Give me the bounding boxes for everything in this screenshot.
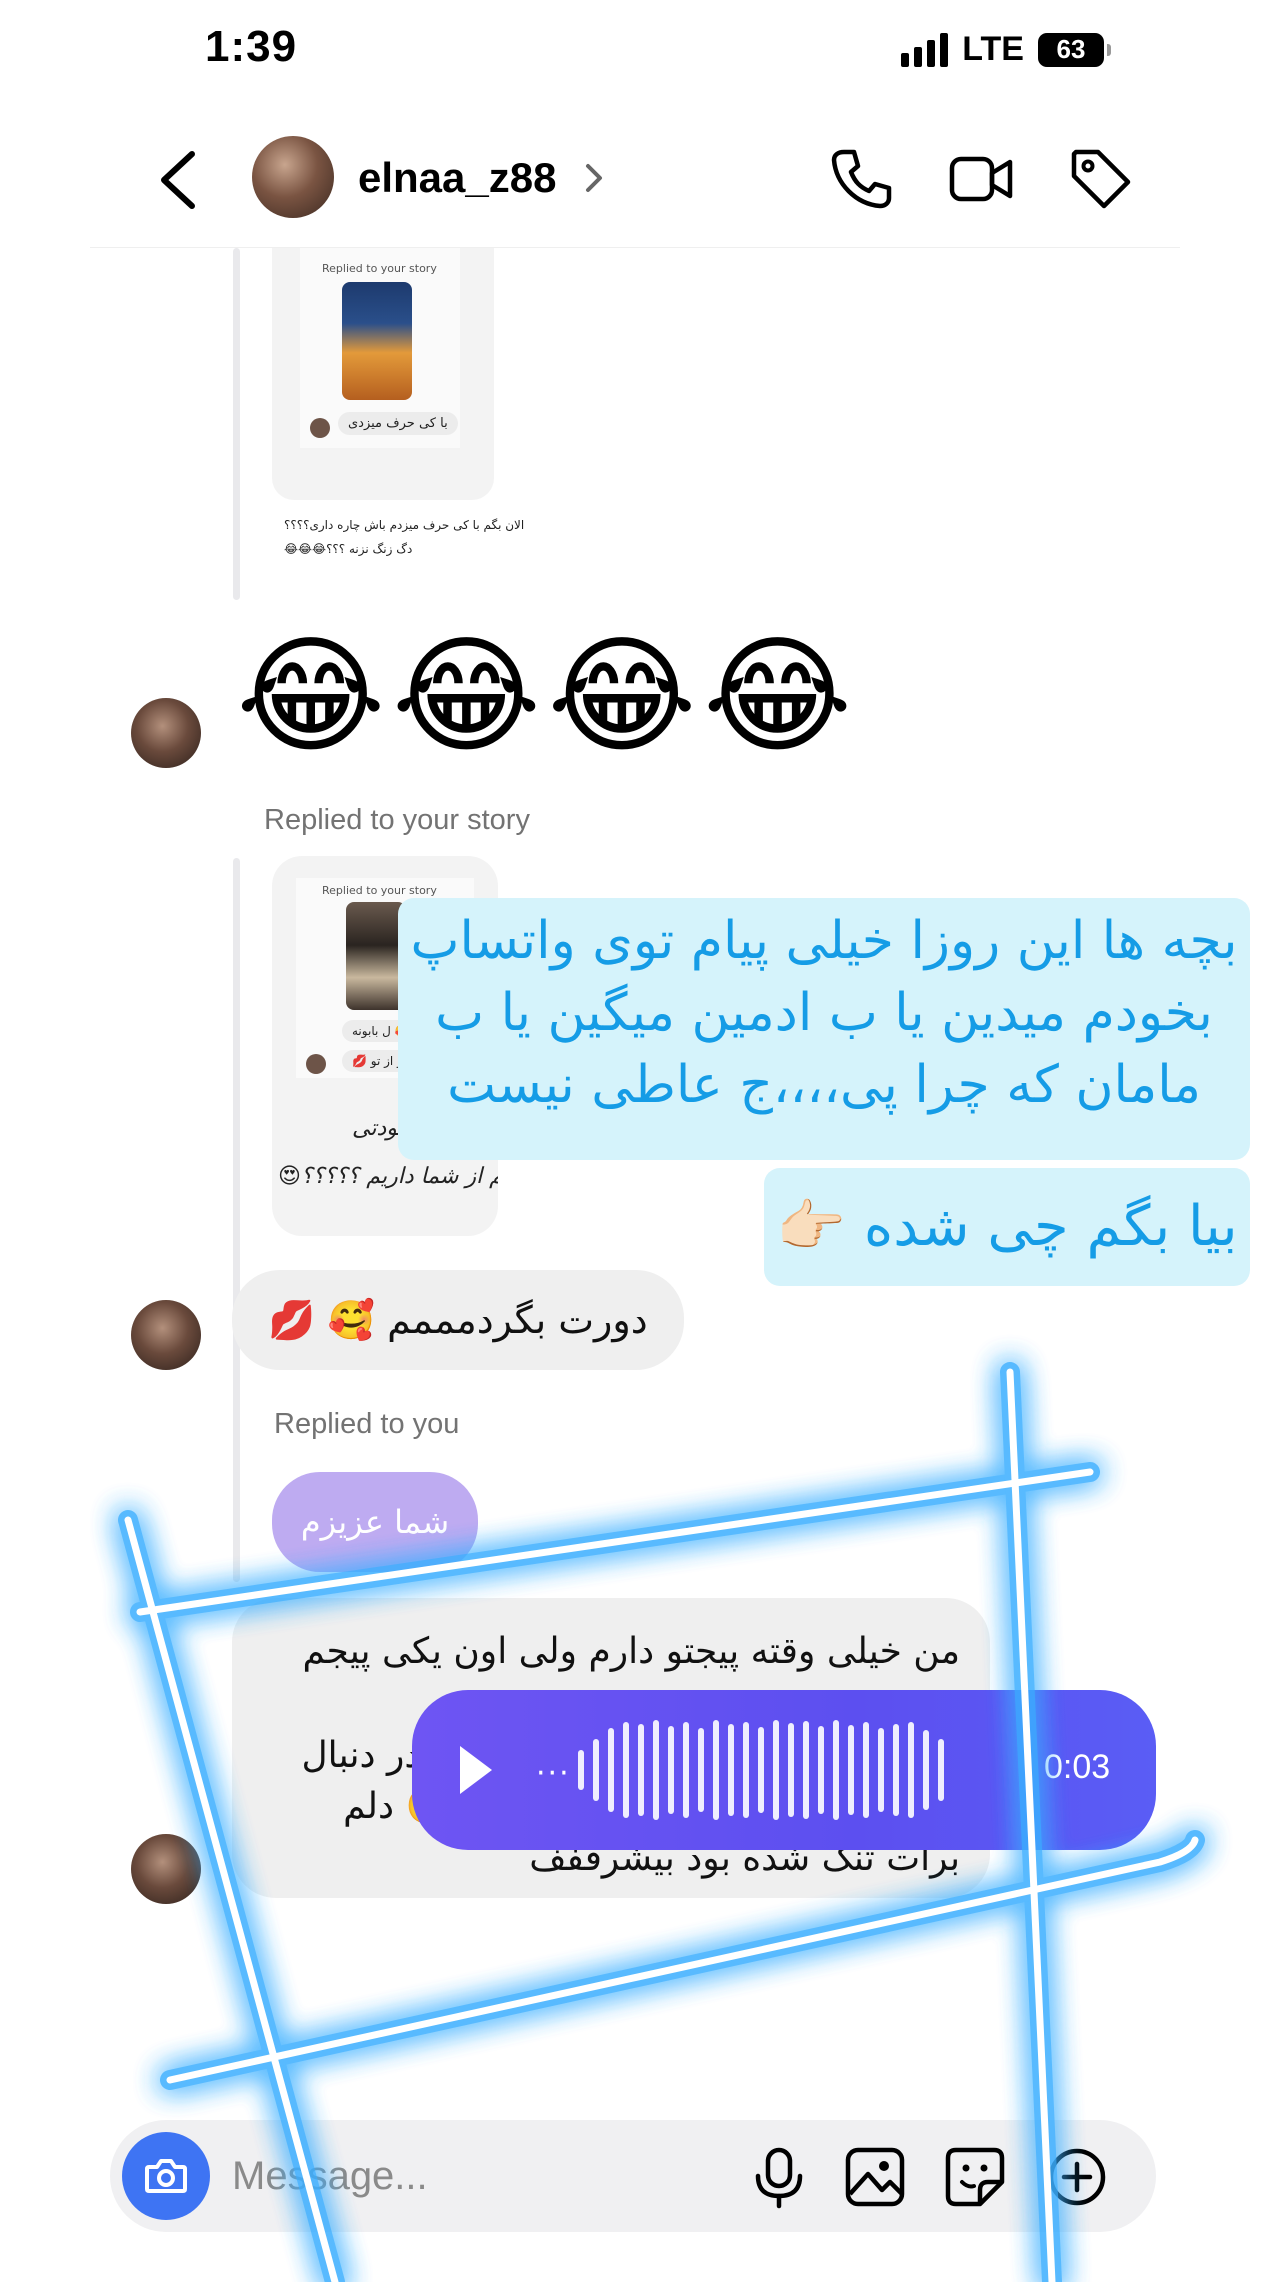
mini-avatar <box>306 1054 326 1074</box>
camera-button[interactable] <box>122 2132 210 2220</box>
story-reply-pill: با کی حرف میزدی <box>338 412 458 435</box>
message-bubble[interactable]: دورت بگردمممم 🥰 💋 <box>232 1270 684 1370</box>
story-reply-card[interactable]: Replied to your story با کی حرف میزدی <box>272 248 494 500</box>
reply-label: Replied to you <box>274 1408 460 1440</box>
contact-avatar[interactable] <box>252 136 334 218</box>
sender-avatar[interactable] <box>131 698 201 768</box>
battery-icon: 63 <box>1038 32 1111 67</box>
story-reply-preview: Replied to your story با کی حرف میزدی <box>300 248 460 448</box>
play-icon[interactable] <box>456 1742 496 1798</box>
waveform <box>578 1718 944 1822</box>
message-input[interactable] <box>232 2144 672 2208</box>
story-thumbnail <box>346 902 406 1010</box>
status-bar: 1:39 LTE 63 <box>0 0 1284 100</box>
overlay-caption: بچه ها این روزا خیلی پیام توی واتساپ بخو… <box>398 898 1250 1160</box>
status-time: 1:39 <box>205 22 298 71</box>
waveform-dots: ··· <box>536 1756 571 1791</box>
overlay-callout: بیا بگم چی شده 👉🏻 <box>764 1168 1250 1286</box>
overlay-line: مامان که چرا پی،،،،ج عاطی نیست <box>447 1054 1201 1115</box>
story-reply-inner-label: Replied to your story <box>322 262 437 275</box>
reply-indicator-line <box>233 248 240 600</box>
message-composer <box>110 2120 1156 2232</box>
sticker-icon[interactable] <box>942 2144 1008 2210</box>
sender-avatar[interactable] <box>131 1834 201 1904</box>
emoji-message[interactable]: 😂😂😂😂 <box>236 633 858 761</box>
chevron-right-icon[interactable] <box>578 158 608 198</box>
reply-indicator-line <box>233 1472 240 1582</box>
mini-avatar <box>310 418 330 438</box>
story-reply-inner-label: Replied to your story <box>322 884 437 897</box>
reply-indicator-line <box>233 858 240 1498</box>
voice-message[interactable]: ··· 0:03 <box>412 1690 1156 1850</box>
plus-circle-icon[interactable] <box>1044 2144 1110 2210</box>
signal-icon <box>901 32 949 67</box>
image-icon[interactable] <box>842 2144 908 2210</box>
status-indicators: LTE 63 <box>901 30 1111 69</box>
story-caption-line: ت کے نگشتم از شما داریم ؟؟؟؟؟😍 <box>278 1164 498 1189</box>
sender-avatar[interactable] <box>131 1300 201 1370</box>
story-caption-line: دگ زنگ نزنه ؟؟؟😂😂😂 <box>284 542 413 556</box>
overlay-line: بخودم میدین یا ب ادمین میگین یا ب <box>435 982 1213 1043</box>
contact-username[interactable]: elnaa_z88 <box>358 154 556 202</box>
story-thumbnail <box>342 282 412 400</box>
overlay-line: بچه ها این روزا خیلی پیام توی واتساپ <box>410 911 1238 971</box>
reply-label: Replied to your story <box>264 804 530 836</box>
back-arrow-icon[interactable] <box>152 148 208 212</box>
camera-icon <box>145 2159 187 2193</box>
tag-icon[interactable] <box>1068 146 1134 212</box>
chat-header: elnaa_z88 <box>90 110 1180 248</box>
voice-duration: 0:03 <box>1044 1748 1111 1786</box>
replied-quote-bubble[interactable]: شما عزیزم <box>272 1472 478 1572</box>
microphone-icon[interactable] <box>746 2144 812 2210</box>
story-caption-line: الان بگم با کی حرف میزدم باش چاره داری؟؟… <box>284 518 525 532</box>
network-label: LTE <box>962 30 1024 68</box>
video-camera-icon[interactable] <box>948 146 1014 212</box>
message-line: من خیلی وقته پیجتو دارم ولی اون یکی پیجم <box>302 1631 961 1672</box>
phone-icon[interactable] <box>828 146 894 212</box>
